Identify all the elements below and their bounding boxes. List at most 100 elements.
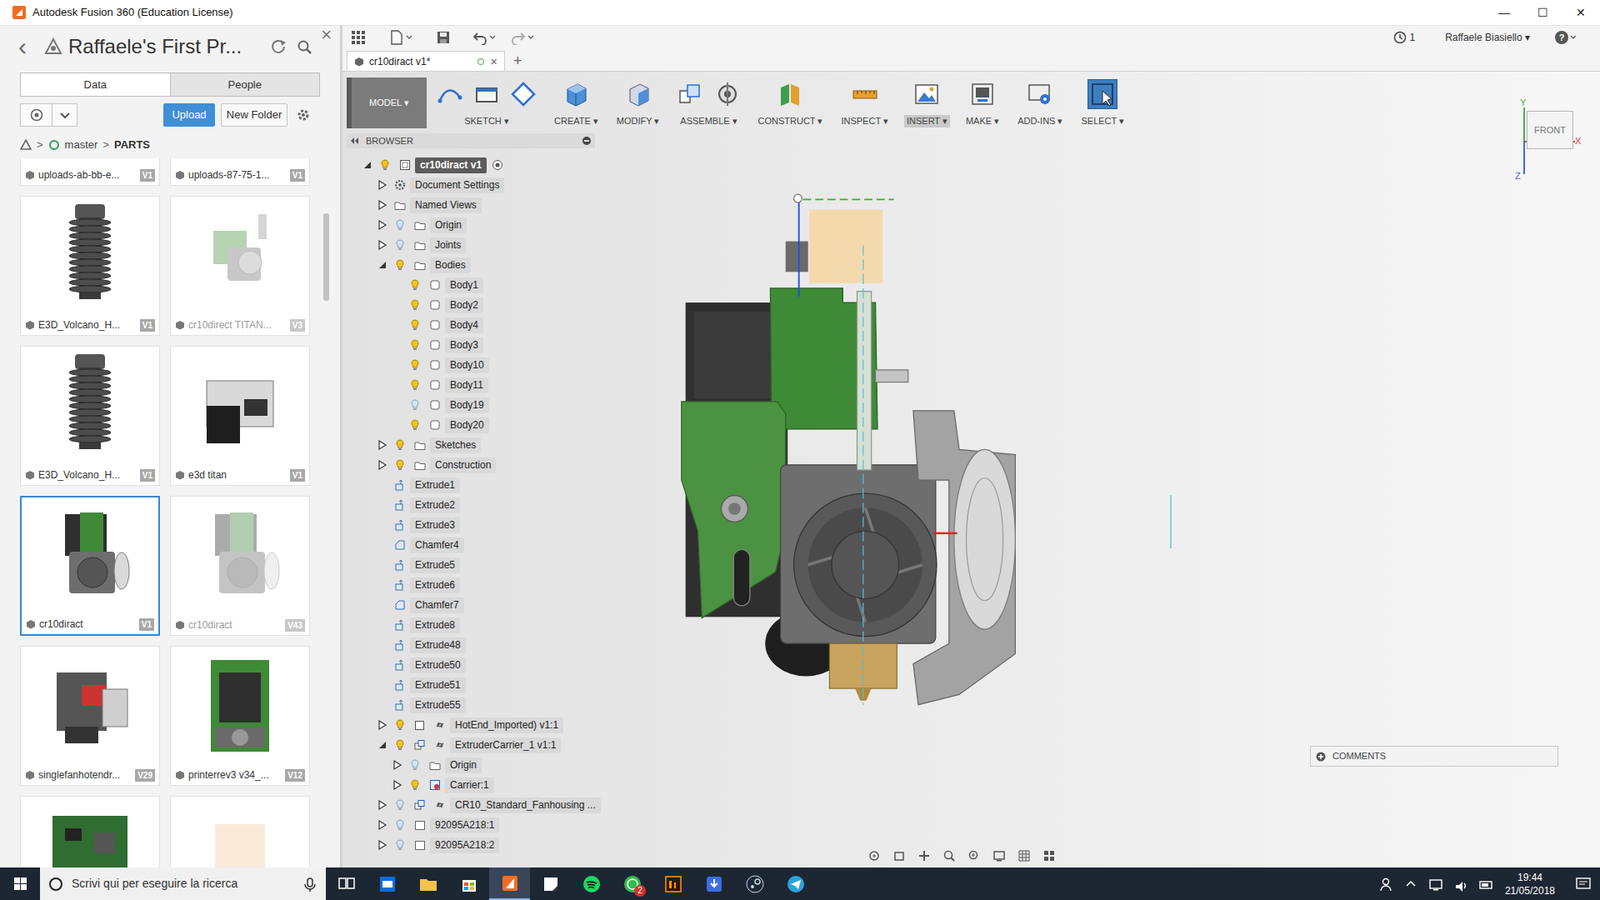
add-comment-icon[interactable] [1315, 751, 1326, 762]
browser-node[interactable]: Chamfer7 [360, 595, 647, 615]
browser-node[interactable]: Extrude5 [360, 555, 647, 575]
tree-toggle[interactable] [375, 799, 390, 811]
toolbar-group[interactable]: ADD-INS ▾ [1010, 77, 1070, 128]
grid-settings-icon[interactable] [1015, 849, 1034, 863]
browser-node[interactable]: Extrude55 [360, 695, 647, 715]
toolbar-group-label[interactable]: CREATE ▾ [551, 115, 601, 128]
breadcrumb-branch[interactable]: master [65, 136, 99, 154]
visibility-bulb-icon[interactable] [390, 799, 410, 811]
panel-tab[interactable]: Data [20, 73, 170, 96]
toolbar-group-label[interactable]: INSERT ▾ [904, 115, 950, 128]
browser-node[interactable]: Origin [360, 755, 647, 775]
measure-icon[interactable] [850, 79, 880, 110]
node-label[interactable]: Extrude6 [410, 577, 460, 594]
file-card[interactable]: cr10diractV43 [170, 495, 310, 636]
toolbar-group-label[interactable]: CONSTRUCT ▾ [755, 115, 826, 128]
node-label[interactable]: Extrude51 [410, 677, 466, 694]
toolbar-group[interactable]: INSERT ▾ [899, 77, 955, 128]
node-label[interactable]: Named Views [410, 197, 482, 214]
upload-button[interactable]: Upload [163, 103, 215, 127]
browser-node[interactable]: Chamfer4 [360, 535, 647, 555]
node-label[interactable]: Extrude1 [410, 477, 460, 494]
node-label[interactable]: Extrude50 [410, 657, 466, 674]
tree-toggle[interactable] [360, 159, 375, 171]
tree-toggle[interactable] [390, 759, 405, 771]
print-icon[interactable] [967, 79, 998, 110]
visibility-bulb-icon[interactable] [390, 739, 410, 751]
taskbar-app[interactable] [652, 867, 694, 900]
tree-toggle[interactable] [375, 199, 390, 211]
tree-toggle[interactable] [375, 179, 390, 191]
file-menu-icon[interactable] [389, 30, 405, 45]
taskbar-app[interactable] [489, 867, 530, 900]
node-label[interactable]: 92095A218:1 [430, 817, 500, 834]
node-label[interactable]: ExtruderCarrier_1 v1:1 [450, 737, 561, 754]
browser-node[interactable]: Sketches [360, 435, 647, 455]
node-label[interactable]: Bodies [430, 257, 471, 274]
file-card[interactable]: printerrev3 v34_...V12 [170, 645, 310, 786]
visibility-bulb-icon[interactable] [390, 839, 410, 851]
file-card[interactable] [20, 795, 160, 868]
node-label[interactable]: HotEnd_Imported) v1:1 [450, 717, 564, 734]
toolbar-group[interactable]: MAKE ▾ [958, 77, 1007, 128]
maximize-button[interactable]: ☐ [1523, 0, 1562, 26]
sketch-rect-icon[interactable] [471, 79, 502, 110]
node-label[interactable]: Chamfer7 [410, 597, 465, 614]
visibility-bulb-icon[interactable] [390, 239, 410, 251]
tree-toggle[interactable] [375, 819, 390, 831]
network-icon[interactable] [1428, 876, 1444, 892]
refresh-icon[interactable] [270, 38, 287, 55]
visibility-bulb-icon[interactable] [405, 299, 425, 311]
taskbar-app[interactable] [570, 867, 612, 900]
tree-toggle[interactable] [375, 739, 390, 751]
toolbar-group[interactable]: MODIFY ▾ [609, 77, 668, 128]
browser-node[interactable]: Origin [360, 215, 647, 235]
undo-icon[interactable] [472, 30, 488, 45]
close-button[interactable]: ✕ [1561, 0, 1600, 26]
browser-node[interactable]: Carrier:1 [360, 775, 647, 795]
browser-node[interactable]: Body10 [360, 355, 647, 375]
taskbar-app[interactable] [530, 867, 571, 900]
browser-node[interactable]: cr10diract v1 [360, 155, 647, 175]
battery-icon[interactable] [1478, 876, 1494, 892]
display-settings-icon[interactable] [990, 849, 1009, 863]
construct-icon[interactable] [775, 79, 805, 110]
joint-icon[interactable] [712, 79, 743, 110]
browser-node[interactable]: Document Settings [360, 175, 647, 195]
browser-node[interactable]: CR10_Standard_Fanhousing ... [360, 795, 647, 815]
look-at-icon[interactable] [890, 849, 909, 863]
node-label[interactable]: Extrude3 [410, 517, 460, 534]
file-card[interactable]: cr10diractV1 [20, 495, 160, 636]
taskbar-app[interactable] [366, 867, 408, 900]
visibility-bulb-icon[interactable] [390, 719, 410, 731]
select-icon[interactable] [1087, 79, 1118, 110]
node-label[interactable]: Extrude55 [410, 697, 466, 714]
browser-node[interactable]: Body2 [360, 295, 647, 315]
node-label[interactable]: Body11 [445, 377, 489, 394]
zoom-icon[interactable] [940, 849, 959, 863]
browser-node[interactable]: Extrude51 [360, 675, 647, 695]
toolbar-group-label[interactable]: MODIFY ▾ [614, 115, 663, 128]
taskbar-app[interactable]: 2 [611, 867, 653, 900]
browser-node[interactable]: Bodies [360, 255, 647, 275]
toolbar-group[interactable]: CREATE ▾ [546, 77, 606, 128]
node-label[interactable]: Construction [430, 457, 496, 474]
view-toggle[interactable] [20, 103, 78, 127]
file-card[interactable]: cr10direct TITAN...V3 [170, 195, 310, 336]
node-label[interactable]: 92095A218:2 [430, 837, 500, 854]
new-component-icon[interactable] [675, 79, 706, 110]
new-tab-button[interactable]: + [513, 53, 523, 69]
cube-face[interactable]: FRONT [1526, 110, 1574, 150]
file-card[interactable]: E3D_Volcano_H...V1 [20, 195, 160, 336]
node-label[interactable]: Extrude8 [410, 617, 460, 634]
volume-icon[interactable] [1453, 876, 1469, 892]
browser-node[interactable]: Construction [360, 455, 647, 475]
model-render[interactable] [673, 189, 1041, 715]
browser-node[interactable]: HotEnd_Imported) v1:1 [360, 715, 647, 735]
fit-icon[interactable] [965, 849, 984, 863]
taskbar-app[interactable] [407, 867, 449, 900]
scrollbar-thumb[interactable] [323, 213, 330, 301]
tree-toggle[interactable] [375, 239, 390, 251]
toolbar-group-label[interactable]: SKETCH ▾ [461, 115, 512, 128]
tree-toggle[interactable] [375, 839, 390, 851]
